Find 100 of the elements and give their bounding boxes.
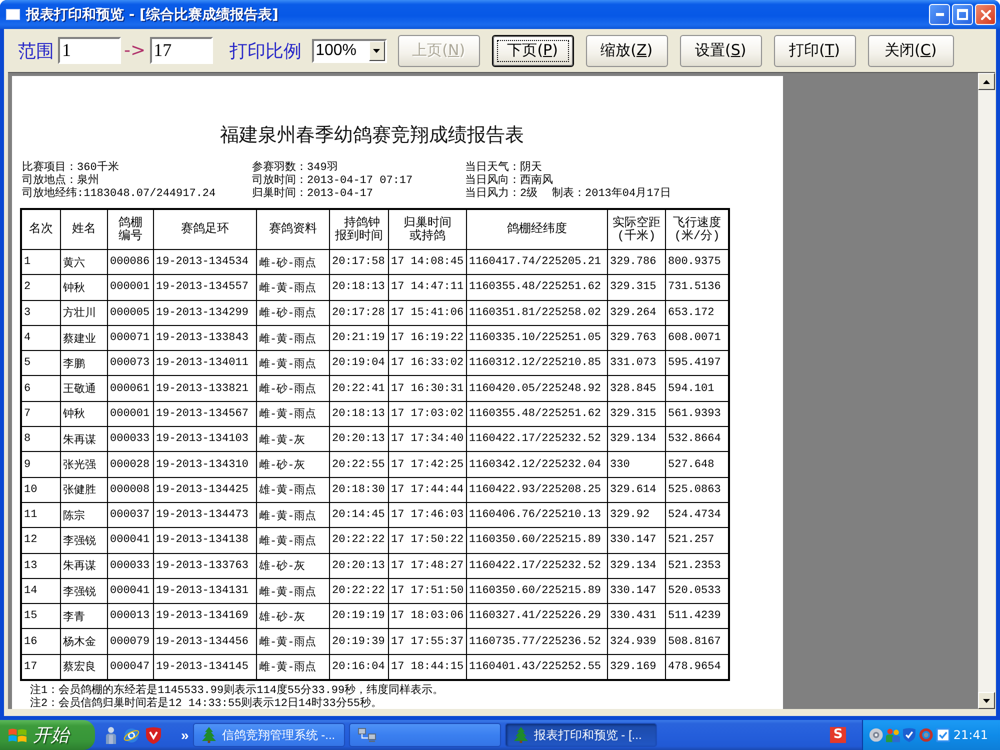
table-cell: 000033 [108,426,154,452]
table-cell: 雌-黄-雨点 [256,350,330,376]
range-label: 范围 [18,40,54,62]
table-cell: 雌-黄-雨点 [256,274,330,300]
table-cell: 16 [21,628,60,654]
table-cell: 000071 [108,325,154,351]
table-cell: 330.147 [608,578,666,604]
people-icon[interactable] [886,727,900,743]
table-cell: 雄-砂-灰 [256,553,330,578]
network-icon [358,728,376,742]
taskbar-button[interactable]: 信鸽竞翔管理系统 -... [192,723,345,747]
table-cell: 1160417.74/225205.21 [466,250,608,275]
table-cell: 1 [21,250,60,275]
table-cell: 17 15:41:06 [388,300,466,326]
vertical-scrollbar[interactable] [978,73,995,709]
taskbar-button[interactable] [348,723,501,747]
minimize-button[interactable] [929,4,950,25]
table-cell: 17 17:44:44 [388,477,466,502]
table-cell: 19-2013-134473 [154,502,256,528]
info-text: 当日风向：西南风 [465,175,553,187]
table-cell: 李强锐 [60,578,108,604]
table-cell: 330.431 [608,604,666,629]
down-arrow-icon [983,698,990,702]
more-button[interactable]: » [179,727,191,743]
table-cell: 17 18:44:15 [388,654,466,680]
print-scale-label: 打印比例 [230,40,302,62]
table-cell: 329.169 [608,654,666,680]
info-text: 当日天气：阴天 [465,162,542,174]
table-cell: 20:20:13 [330,426,388,452]
table-cell: 1160422.17/225232.52 [466,553,608,578]
table-cell: 20:18:13 [330,274,388,300]
toolbar-button[interactable]: 关闭(C) [868,34,954,66]
person-icon[interactable] [105,726,117,744]
dropdown-button[interactable] [368,40,385,60]
prepared-date-text: 制表：2013年04月17日 [552,188,671,201]
table-cell: 黄六 [60,250,108,275]
table-cell: 蔡建业 [60,325,108,351]
table-cell: 20:17:28 [330,300,388,326]
table-cell: 20:19:19 [330,604,388,629]
info-text: 司放时间：2013-04-17 07:17 [252,175,413,187]
column-header: 鸽棚编号 [108,209,154,250]
table-cell: 17 17:42:25 [388,452,466,478]
table-cell: 1160351.81/225258.02 [466,300,608,326]
maximize-icon [957,9,968,20]
maximize-button[interactable] [952,4,973,25]
table-cell: 雄-黄-雨点 [256,477,330,502]
shield-icon[interactable] [146,726,161,744]
table-cell: 雌-砂-灰 [256,452,330,478]
close-icon [980,10,990,20]
range-from-field[interactable]: 1 [58,37,121,64]
table-cell: 钟秋 [60,401,108,427]
table-cell: 329.763 [608,325,666,351]
table-cell: 11 [21,502,60,528]
toolbar-button[interactable]: 缩放(Z) [586,34,668,66]
table-cell: 雌-黄-雨点 [256,654,330,680]
start-button[interactable]: 开始 [0,720,95,750]
table-cell: 19-2013-134145 [154,654,256,680]
close-button[interactable] [975,4,996,25]
table-cell: 雌-黄-雨点 [256,528,330,554]
table-cell: 17 17:46:03 [388,502,466,528]
info-text: 归巢时间：2013-04-17 [252,188,374,201]
table-cell: 19-2013-134131 [154,578,256,604]
table-cell: 19-2013-134138 [154,528,256,554]
table-cell: 雌-砂-雨点 [256,300,330,326]
scale-select[interactable]: 100% [312,38,387,62]
table-cell: 雌-黄-雨点 [256,401,330,427]
table-cell: 3 [21,300,60,326]
input-method-button[interactable]: S [830,727,846,743]
note-text: 注2：会员信鸽归巢时间若是12 14:33:55则表示12日14时33分55秒。 [30,698,382,709]
table-cell: 17 17:34:40 [388,426,466,452]
globe-icon[interactable] [123,726,140,744]
table-cell: 1160420.05/225248.92 [466,376,608,402]
toolbar-button[interactable]: 打印(T) [774,34,856,66]
table-cell: 朱再谋 [60,553,108,578]
check-square-icon[interactable] [936,727,950,743]
column-header: 名次 [21,209,60,250]
disc-icon[interactable] [869,727,884,743]
table-cell: 2 [21,274,60,300]
table-cell: 19-2013-133821 [154,376,256,402]
table-cell: 329.614 [608,477,666,502]
range-to-field[interactable]: 17 [150,37,213,64]
toolbar-button[interactable]: 设置(S) [680,34,762,66]
table-cell: 20:16:04 [330,654,388,680]
table-cell: 李鹏 [60,350,108,376]
table-cell: 19-2013-134557 [154,274,256,300]
table-cell: 17 16:30:31 [388,376,466,402]
tree-icon [514,727,528,743]
table-cell: 17 18:03:06 [388,604,466,629]
table-cell: 12 [21,528,60,554]
taskbar-button[interactable]: 报表打印和预览 - [... [504,723,657,747]
table-cell: 李强锐 [60,528,108,554]
table-cell: 17 17:51:50 [388,578,466,604]
table-cell: 20:21:19 [330,325,388,351]
shield-check-icon[interactable] [903,727,916,743]
scroll-down-button[interactable] [978,692,995,709]
scroll-up-button[interactable] [978,73,995,90]
toolbar-button[interactable]: 下页(P) [492,34,574,66]
table-cell: 000008 [108,477,154,502]
table-cell: 19-2013-133763 [154,553,256,578]
table-cell: 330.147 [608,528,666,554]
